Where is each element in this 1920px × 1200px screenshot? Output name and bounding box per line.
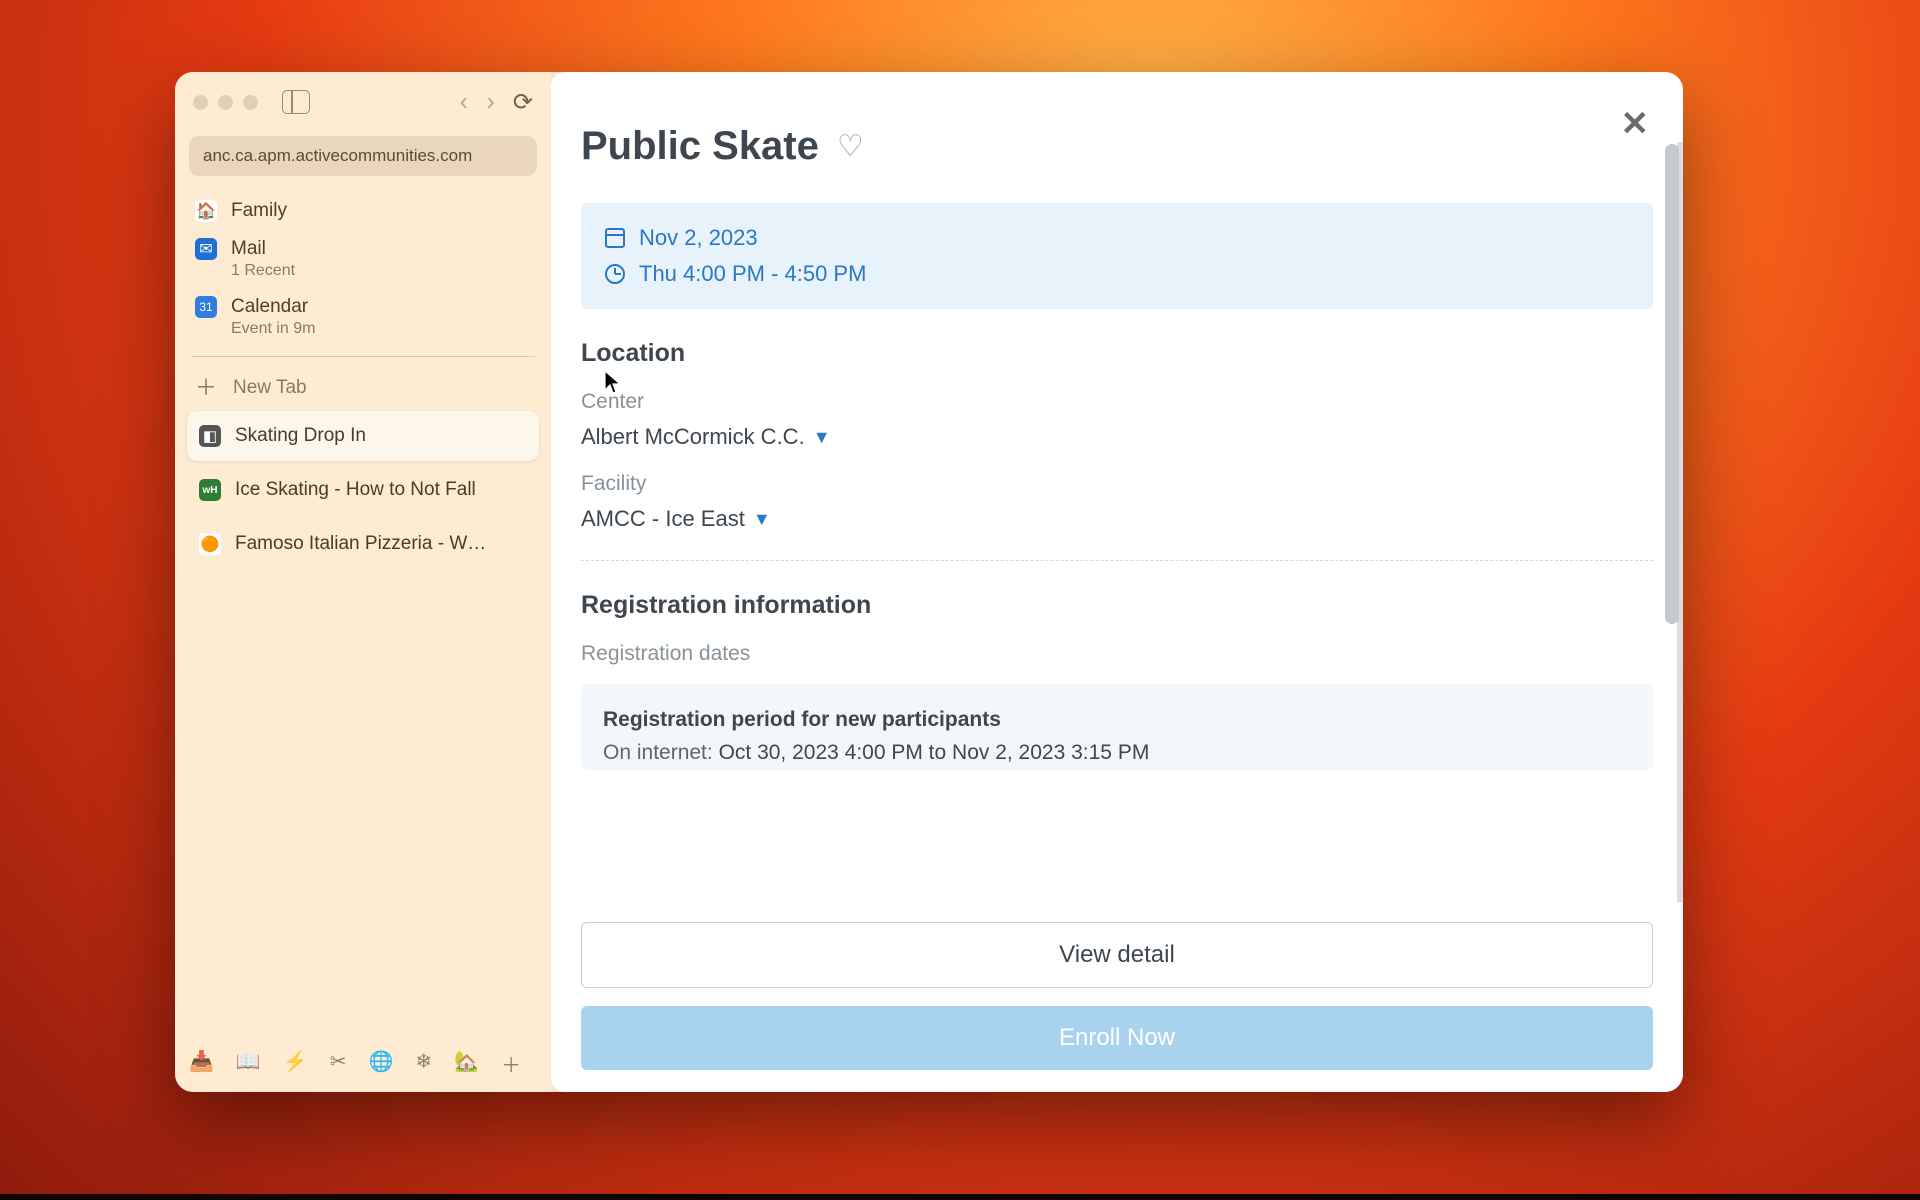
facility-value-row[interactable]: AMCC - Ice East ▼ (581, 506, 1653, 532)
enroll-now-button[interactable]: Enroll Now (581, 1006, 1653, 1070)
pinned-label: Family (231, 200, 287, 222)
sidebar-bottom-toolbar: 📥 📖 ⚡ ✂ 🌐 ❄ 🏡 ＋ (175, 1041, 551, 1086)
back-button[interactable]: ‹ (456, 88, 473, 117)
registration-internet-range: Oct 30, 2023 4:00 PM to Nov 2, 2023 3:15… (719, 741, 1150, 764)
tab-label: Skating Drop In (235, 425, 366, 447)
tab-famoso-pizzeria[interactable]: 🟠 Famoso Italian Pizzeria - W… (187, 519, 539, 569)
divider (191, 356, 535, 357)
tab-skating-drop-in[interactable]: ◧ Skating Drop In (187, 411, 539, 461)
address-bar[interactable]: anc.ca.apm.activecommunities.com (189, 136, 537, 176)
bolt-icon[interactable]: ⚡ (283, 1049, 308, 1078)
new-tab-label: New Tab (233, 377, 307, 399)
reload-button[interactable]: ⟳ (509, 88, 537, 117)
registration-heading: Registration information (581, 591, 1653, 620)
datetime-card: Nov 2, 2023 Thu 4:00 PM - 4:50 PM (581, 203, 1653, 309)
clock-icon (605, 264, 625, 284)
center-value: Albert McCormick C.C. (581, 424, 805, 450)
activity-date: Nov 2, 2023 (639, 225, 758, 251)
pinned-item-calendar[interactable]: 31 Calendar Event in 9m (185, 288, 541, 346)
tab-label: Ice Skating - How to Not Fall (235, 479, 476, 501)
registration-period-card: Registration period for new participants… (581, 684, 1653, 770)
chevron-down-icon: ▼ (813, 427, 831, 448)
center-label: Center (581, 390, 1653, 414)
registration-period-title: Registration period for new participants (603, 704, 1631, 737)
favicon: wH (199, 479, 221, 501)
pinned-label: Calendar (231, 296, 315, 318)
calendar-icon (605, 228, 625, 248)
facility-value: AMCC - Ice East (581, 506, 745, 532)
facility-label: Facility (581, 472, 1653, 496)
library-icon[interactable]: 📖 (236, 1049, 261, 1078)
activity-title: Public Skate (581, 124, 819, 169)
home-icon[interactable]: 🏡 (454, 1049, 479, 1078)
sidebar: ‹ › ⟳ anc.ca.apm.activecommunities.com 🏠… (175, 72, 551, 1092)
window-toolbar: ‹ › ⟳ (185, 82, 541, 122)
favicon: ◧ (199, 425, 221, 447)
favicon-family: 🏠 (195, 200, 217, 222)
traffic-lights[interactable] (193, 95, 258, 110)
registration-dates-label: Registration dates (581, 642, 1653, 666)
favicon-calendar: 31 (195, 296, 217, 318)
favicon: 🟠 (199, 533, 221, 555)
activity-time: Thu 4:00 PM - 4:50 PM (639, 261, 866, 287)
favorite-heart-icon[interactable]: ♡ (837, 129, 864, 164)
location-heading: Location (581, 339, 1653, 368)
tab-label: Famoso Italian Pizzeria - W… (235, 533, 486, 555)
globe-icon[interactable]: 🌐 (368, 1049, 393, 1078)
pinned-item-family[interactable]: 🏠 Family (185, 192, 541, 230)
new-tab-button[interactable]: ＋ New Tab (185, 367, 541, 409)
pinned-sublabel: 1 Recent (231, 262, 295, 280)
registration-internet-prefix: On internet: (603, 741, 719, 764)
tab-ice-skating-howto[interactable]: wH Ice Skating - How to Not Fall (187, 465, 539, 515)
address-text: anc.ca.apm.activecommunities.com (203, 146, 472, 165)
page-content: ✕ Public Skate ♡ Nov 2, 2023 Thu 4:00 PM… (551, 72, 1683, 1092)
toggle-sidebar-button[interactable] (282, 90, 310, 114)
divider (581, 560, 1653, 561)
chevron-down-icon: ▼ (753, 509, 771, 530)
add-space-icon[interactable]: ＋ (501, 1049, 521, 1078)
favicon-mail: ✉ (195, 238, 217, 260)
archive-icon[interactable]: 📥 (189, 1049, 214, 1078)
view-detail-button[interactable]: View detail (581, 922, 1653, 988)
close-modal-button[interactable]: ✕ (1621, 104, 1650, 144)
forward-button[interactable]: › (482, 88, 499, 117)
minimize-window-icon[interactable] (218, 95, 233, 110)
pinned-item-mail[interactable]: ✉ Mail 1 Recent (185, 230, 541, 288)
action-buttons: View detail Enroll Now (581, 922, 1653, 1070)
center-value-row[interactable]: Albert McCormick C.C. ▼ (581, 424, 1653, 450)
close-window-icon[interactable] (193, 95, 208, 110)
pinned-sublabel: Event in 9m (231, 320, 315, 338)
zoom-window-icon[interactable] (243, 95, 258, 110)
pinned-label: Mail (231, 238, 295, 260)
snow-icon[interactable]: ❄ (415, 1049, 432, 1078)
plus-icon: ＋ (195, 377, 217, 399)
browser-window: ‹ › ⟳ anc.ca.apm.activecommunities.com 🏠… (175, 72, 1683, 1092)
dock-edge (0, 1194, 1920, 1200)
tools-icon[interactable]: ✂ (330, 1049, 347, 1078)
